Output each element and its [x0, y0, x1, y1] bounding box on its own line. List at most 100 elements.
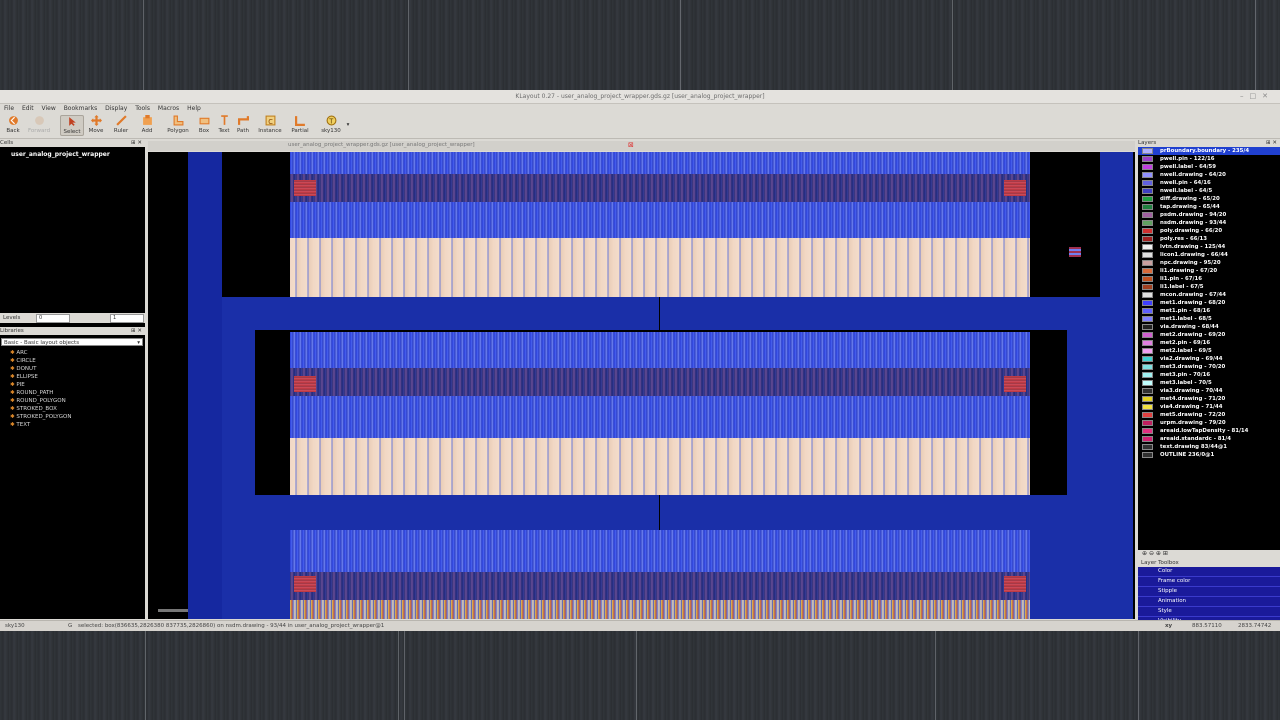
toolbox-stipple[interactable]: Stipple	[1138, 587, 1280, 597]
layer-item[interactable]: li1.pin - 67/16	[1138, 275, 1280, 283]
polygon-tool-button[interactable]: Polygon	[164, 115, 192, 134]
menu-help[interactable]: Help	[187, 105, 201, 112]
collapse-icon[interactable]: ⊖	[1149, 550, 1154, 557]
panel-close-icon[interactable]: ⊞ ✕	[131, 139, 142, 147]
layer-item[interactable]: areaid.standardc - 81/4	[1138, 435, 1280, 443]
layer-item[interactable]: nsdm.drawing - 93/44	[1138, 219, 1280, 227]
forward-button[interactable]: Forward	[26, 115, 52, 134]
layer-item[interactable]: met3.label - 70/5	[1138, 379, 1280, 387]
layer-item[interactable]: met3.pin - 70/16	[1138, 371, 1280, 379]
window-titlebar[interactable]: KLayout 0.27 - user_analog_project_wrapp…	[0, 90, 1280, 104]
library-item[interactable]: STROKED_BOX	[10, 405, 71, 413]
library-item[interactable]: ELLIPSE	[10, 373, 71, 381]
layer-item[interactable]: li1.drawing - 67/20	[1138, 267, 1280, 275]
expand-icon[interactable]: ⊕	[1142, 550, 1147, 557]
top-cell-item[interactable]: user_analog_project_wrapper	[1, 149, 144, 158]
menu-display[interactable]: Display	[105, 105, 127, 112]
layer-item[interactable]: diff.drawing - 65/20	[1138, 195, 1280, 203]
layer-item[interactable]: licon1.drawing - 66/44	[1138, 251, 1280, 259]
back-button[interactable]: Back	[3, 115, 23, 134]
layer-item[interactable]: nwell.pin - 64/16	[1138, 179, 1280, 187]
layer-item[interactable]: met3.drawing - 70/20	[1138, 363, 1280, 371]
layer-item[interactable]: OUTLINE 236/0@1	[1138, 451, 1280, 459]
layer-item[interactable]: met2.label - 69/5	[1138, 347, 1280, 355]
instance-tool-button[interactable]: C Instance	[256, 115, 284, 134]
library-item[interactable]: PIE	[10, 381, 71, 389]
maximize-icon[interactable]: □	[1250, 92, 1263, 100]
layer-item[interactable]: poly.res - 66/13	[1138, 235, 1280, 243]
menu-macros[interactable]: Macros	[158, 105, 179, 112]
layout-canvas[interactable]	[148, 152, 1135, 619]
add-button[interactable]: Add	[138, 115, 156, 134]
layer-item[interactable]: text.drawing 83/44@1	[1138, 443, 1280, 451]
layer-item[interactable]: met1.pin - 68/16	[1138, 307, 1280, 315]
panel-close-icon[interactable]: ⊞ ✕	[131, 327, 142, 335]
library-item[interactable]: ROUND_PATH	[10, 389, 71, 397]
panel-close-icon[interactable]: ⊞ ✕	[1266, 139, 1277, 147]
layer-item[interactable]: mcon.drawing - 67/44	[1138, 291, 1280, 299]
layer-item[interactable]: urpm.drawing - 79/20	[1138, 419, 1280, 427]
menu-tools[interactable]: Tools	[135, 105, 150, 112]
layer-item[interactable]: nwell.label - 64/5	[1138, 187, 1280, 195]
library-item[interactable]: TEXT	[10, 421, 71, 429]
menu-file[interactable]: File	[4, 105, 14, 112]
layer-item[interactable]: via.drawing - 68/44	[1138, 323, 1280, 331]
levels-from-spinner[interactable]: 0	[36, 314, 70, 323]
partial-tool-button[interactable]: Partial	[289, 115, 311, 134]
layer-item[interactable]: pwell.pin - 122/16	[1138, 155, 1280, 163]
library-item[interactable]: STROKED_POLYGON	[10, 413, 71, 421]
layer-item[interactable]: met2.pin - 69/16	[1138, 339, 1280, 347]
layout-tab[interactable]: user_analog_project_wrapper.gds.gz [user…	[288, 142, 475, 148]
library-select[interactable]: Basic - Basic layout objects ▾	[1, 338, 143, 346]
layer-item[interactable]: via2.drawing - 69/44	[1138, 355, 1280, 363]
path-tool-button[interactable]: Path	[235, 115, 251, 134]
library-item[interactable]: DONUT	[10, 365, 71, 373]
status-bar: sky130 G selected: box(836635,2826380 83…	[0, 620, 1280, 631]
box-tool-button[interactable]: Box	[196, 115, 212, 134]
layer-item[interactable]: li1.label - 67/5	[1138, 283, 1280, 291]
layer-item[interactable]: areaid.lowTapDensity - 81/14	[1138, 427, 1280, 435]
technology-button[interactable]: T sky130	[318, 115, 344, 134]
library-item[interactable]: ROUND_POLYGON	[10, 397, 71, 405]
layer-item[interactable]: via4.drawing - 71/44	[1138, 403, 1280, 411]
minimize-icon[interactable]: –	[1240, 92, 1250, 100]
layer-item[interactable]: met1.drawing - 68/20	[1138, 299, 1280, 307]
menu-bookmarks[interactable]: Bookmarks	[64, 105, 98, 112]
move-tool-button[interactable]: Move	[86, 115, 106, 134]
layer-item[interactable]: met5.drawing - 72/20	[1138, 411, 1280, 419]
toolbox-color[interactable]: Color	[1138, 567, 1280, 577]
layer-item[interactable]: tap.drawing - 65/44	[1138, 203, 1280, 211]
library-item[interactable]: ARC	[10, 349, 71, 357]
select-tool-button[interactable]: Select	[60, 115, 84, 136]
text-tool-button[interactable]: Text	[216, 115, 232, 134]
layer-item[interactable]: met2.drawing - 69/20	[1138, 331, 1280, 339]
layer-item[interactable]: prBoundary.boundary - 235/4	[1138, 147, 1280, 155]
levels-to-spinner[interactable]: 1	[110, 314, 144, 323]
toolbox-style[interactable]: Style	[1138, 607, 1280, 617]
layer-item[interactable]: poly.drawing - 66/20	[1138, 227, 1280, 235]
close-icon[interactable]: ✕	[1262, 92, 1274, 100]
toolbox-frame-color[interactable]: Frame color	[1138, 577, 1280, 587]
levels-bar: Levels 0 1	[0, 313, 145, 323]
menu-view[interactable]: View	[42, 105, 56, 112]
show-icon[interactable]: ⊕	[1156, 550, 1161, 557]
menu-edit[interactable]: Edit	[22, 105, 34, 112]
technology-dropdown-icon[interactable]: ▾	[345, 122, 351, 128]
grid-icon[interactable]: ⊞	[1163, 550, 1168, 557]
tab-close-icon[interactable]: ⊠	[628, 141, 634, 149]
layer-item[interactable]: psdm.drawing - 94/20	[1138, 211, 1280, 219]
layer-item[interactable]: lvtn.drawing - 125/44	[1138, 243, 1280, 251]
layer-item[interactable]: met4.drawing - 71/20	[1138, 395, 1280, 403]
layer-item[interactable]: pwell.label - 64/59	[1138, 163, 1280, 171]
library-item[interactable]: CIRCLE	[10, 357, 71, 365]
layer-item[interactable]: met1.label - 68/5	[1138, 315, 1280, 323]
layer-item[interactable]: npc.drawing - 95/20	[1138, 259, 1280, 267]
window-controls[interactable]: –□✕	[1240, 90, 1274, 103]
toolbox-animation[interactable]: Animation	[1138, 597, 1280, 607]
layer-label: OUTLINE 236/0@1	[1160, 452, 1215, 458]
ruler-tool-button[interactable]: Ruler	[110, 115, 132, 134]
layer-item[interactable]: nwell.drawing - 64/20	[1138, 171, 1280, 179]
cell-tree[interactable]: user_analog_project_wrapper	[1, 149, 144, 309]
horizontal-scrollbar[interactable]	[158, 609, 188, 612]
layer-item[interactable]: via3.drawing - 70/44	[1138, 387, 1280, 395]
